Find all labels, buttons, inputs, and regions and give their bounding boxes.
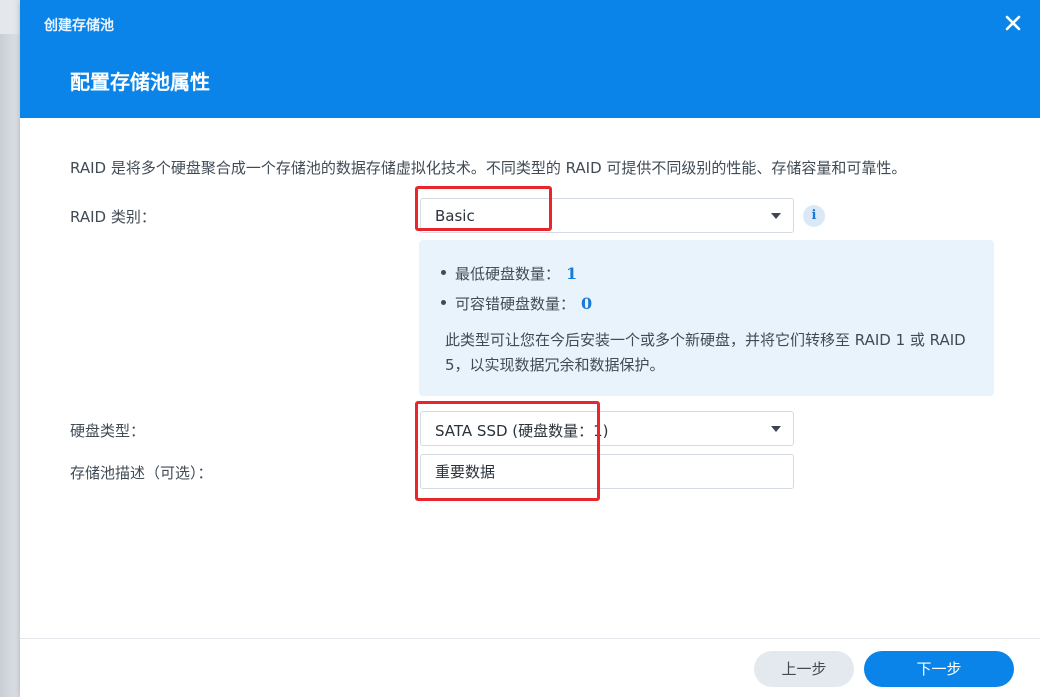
disk-type-value: SATA SSD (硬盘数量：1) (435, 422, 609, 440)
bullet-icon (441, 270, 446, 275)
dialog-header: 创建存储池 配置存储池属性 (20, 0, 1040, 118)
disk-type-label: 硬盘类型： (70, 422, 146, 440)
raid-type-label: RAID 类别： (70, 208, 156, 226)
background-toolbar (0, 0, 20, 34)
raid-type-value: Basic (435, 207, 475, 225)
raid-info-panel: 最低硬盘数量： 1 可容错硬盘数量： 0 此类型可让您在今后安装一个或多个新硬盘，并… (419, 240, 994, 396)
background-window (0, 0, 20, 697)
raid-description: RAID 是将多个硬盘聚合成一个存储池的数据存储虚拟化技术。不同类型的 RAID… (70, 159, 907, 177)
fault-tolerance-label: 可容错硬盘数量： (455, 295, 576, 313)
close-icon (1005, 15, 1021, 31)
footer-divider (20, 638, 1040, 639)
create-storage-pool-dialog: 创建存储池 配置存储池属性 RAID 是将多个硬盘聚合成一个存储池的数据存储虚拟… (20, 0, 1040, 697)
pool-description-label: 存储池描述（可选）： (70, 464, 213, 482)
fault-tolerance-value: 0 (581, 294, 593, 313)
next-button[interactable]: 下一步 (864, 651, 1014, 687)
raid-type-select[interactable]: Basic (420, 198, 794, 233)
min-disks-row: 最低硬盘数量： 1 (441, 263, 577, 284)
fault-tolerance-row: 可容错硬盘数量： 0 (441, 293, 592, 314)
min-disks-value: 1 (566, 264, 578, 283)
step-title: 配置存储池属性 (70, 70, 210, 94)
bullet-icon (441, 300, 446, 305)
close-button[interactable] (1000, 10, 1026, 36)
raid-type-note: 此类型可让您在今后安装一个或多个新硬盘，并将它们转移至 RAID 1 或 RAI… (445, 331, 966, 374)
disk-type-select[interactable]: SATA SSD (硬盘数量：1) (420, 411, 794, 446)
min-disks-label: 最低硬盘数量： (455, 265, 561, 283)
pool-description-input[interactable] (420, 454, 794, 489)
chevron-down-icon (771, 426, 781, 432)
back-button[interactable]: 上一步 (754, 651, 854, 687)
info-icon[interactable]: i (803, 205, 825, 227)
chevron-down-icon (771, 213, 781, 219)
dialog-app-title: 创建存储池 (44, 18, 114, 34)
